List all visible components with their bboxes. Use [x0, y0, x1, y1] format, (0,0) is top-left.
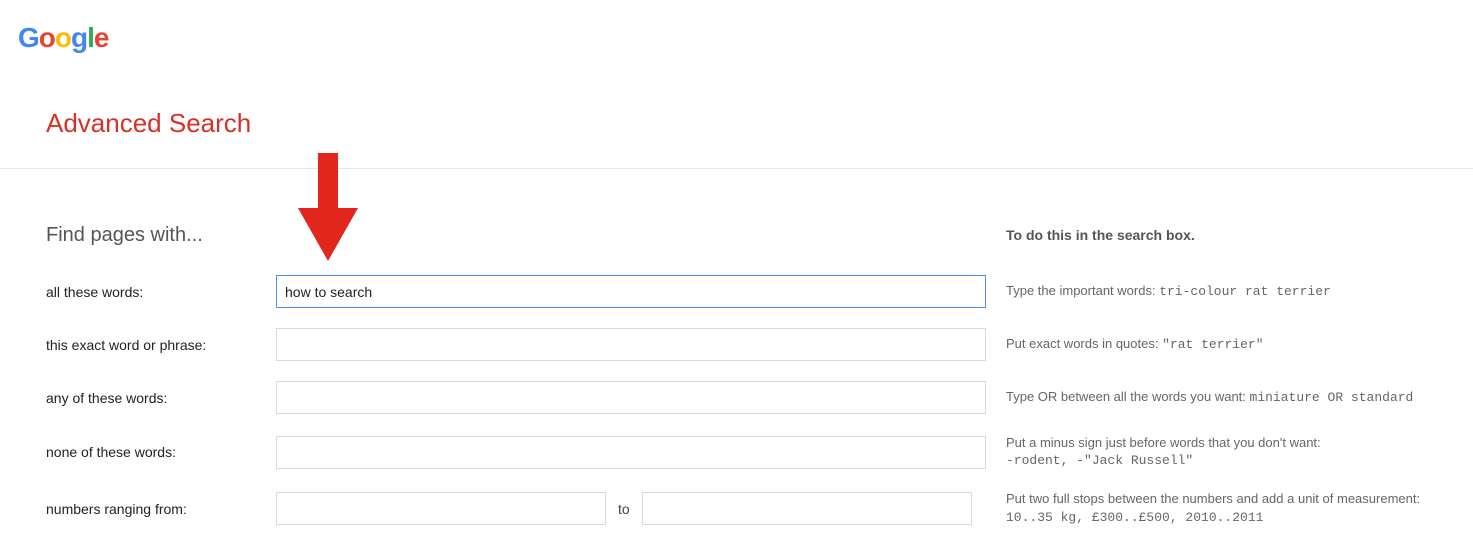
divider	[0, 168, 1473, 169]
all-words-hint: Type the important words: tri-colour rat…	[1006, 282, 1463, 301]
row-number-range: numbers ranging from: to Put two full st…	[46, 490, 1463, 526]
logo-letter: o	[55, 22, 71, 53]
row-any-words: any of these words: Type OR between all …	[46, 381, 1463, 414]
header-row: Find pages with... To do this in the sea…	[46, 224, 1463, 247]
row-all-words: all these words: Type the important word…	[46, 275, 1463, 308]
hint-text: Put exact words in quotes:	[1006, 336, 1162, 351]
any-words-input[interactable]	[276, 381, 986, 414]
logo-letter: G	[18, 22, 39, 53]
hint-text: Type OR between all the words you want:	[1006, 389, 1250, 404]
hint-code: tri-colour rat terrier	[1159, 284, 1331, 299]
hint-text: Type the important words:	[1006, 283, 1159, 298]
none-words-label: none of these words:	[46, 444, 276, 460]
number-range-label: numbers ranging from:	[46, 501, 276, 517]
exact-phrase-hint: Put exact words in quotes: "rat terrier"	[1006, 335, 1463, 354]
row-exact-phrase: this exact word or phrase: Put exact wor…	[46, 328, 1463, 361]
logo-letter: g	[71, 22, 87, 53]
hint-code: -rodent, -"Jack Russell"	[1006, 452, 1463, 470]
range-from-input[interactable]	[276, 492, 606, 525]
any-words-hint: Type OR between all the words you want: …	[1006, 388, 1463, 407]
exact-phrase-label: this exact word or phrase:	[46, 337, 276, 353]
page-title: Advanced Search	[46, 108, 251, 139]
none-words-input[interactable]	[276, 436, 986, 469]
any-words-label: any of these words:	[46, 390, 276, 406]
row-none-words: none of these words: Put a minus sign ju…	[46, 434, 1463, 470]
exact-phrase-input[interactable]	[276, 328, 986, 361]
find-pages-heading: Find pages with...	[46, 224, 276, 247]
number-range-hint: Put two full stops between the numbers a…	[1006, 490, 1463, 526]
hint-heading: To do this in the search box.	[1006, 226, 1463, 246]
logo-letter: l	[87, 22, 94, 53]
logo-letter: o	[39, 22, 55, 53]
none-words-hint: Put a minus sign just before words that …	[1006, 434, 1463, 470]
logo-letter: e	[94, 22, 109, 53]
form-area: Find pages with... To do this in the sea…	[46, 224, 1463, 547]
range-to-input[interactable]	[642, 492, 972, 525]
hint-code: "rat terrier"	[1162, 337, 1263, 352]
hint-text: Put two full stops between the numbers a…	[1006, 491, 1420, 506]
google-logo[interactable]: Google	[18, 22, 108, 54]
range-separator: to	[618, 501, 630, 517]
hint-code: 10..35 kg, £300..£500, 2010..2011	[1006, 509, 1463, 527]
all-words-input[interactable]	[276, 275, 986, 308]
all-words-label: all these words:	[46, 284, 276, 300]
hint-code: miniature OR standard	[1250, 390, 1414, 405]
hint-text: Put a minus sign just before words that …	[1006, 435, 1321, 450]
